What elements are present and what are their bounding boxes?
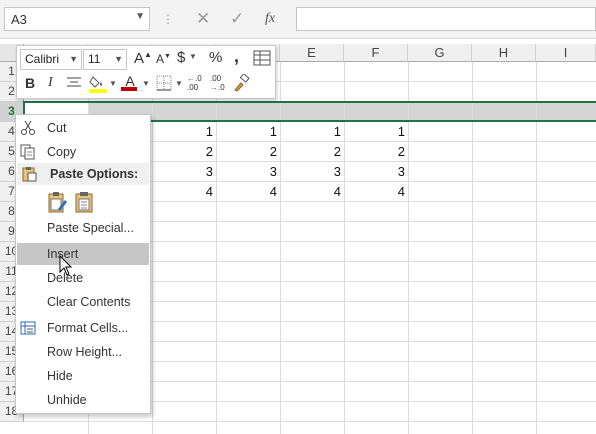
cell-d6[interactable]: 3 [216,162,277,182]
clipboard-icon [21,166,37,189]
menu-item-unhide[interactable]: Unhide [16,389,150,411]
font-name-select[interactable]: Calibri ▼ [20,49,82,70]
cell-c4[interactable]: 1 [152,122,213,142]
font-color-icon[interactable]: A [121,73,139,91]
cell-f6[interactable]: 3 [344,162,405,182]
drag-handle-icon[interactable]: ⋮ [162,12,174,26]
menu-item-label: Format Cells... [47,321,129,335]
cell-e6[interactable]: 3 [280,162,341,182]
menu-item-label: Row Height... [47,345,123,359]
column-header-h[interactable]: H [472,44,536,62]
mini-toolbar: Calibri ▼ 11 ▼ A▲ A▼ $ ▼ % , B I ▼ A ▼ ▼… [16,45,276,99]
scissors-icon [20,120,36,136]
cell-d5[interactable]: 2 [216,142,277,162]
chevron-down-icon: ▼ [114,54,123,64]
menu-item-delete[interactable]: Delete [16,267,150,289]
font-size-select[interactable]: 11 ▼ [83,49,127,70]
menu-item-label: Cut [47,121,67,135]
cell-d4[interactable]: 1 [216,122,277,142]
cell-f7[interactable]: 4 [344,182,405,202]
fill-color-icon[interactable] [88,73,108,98]
insert-function-button[interactable]: fx [265,11,275,27]
cell-f5[interactable]: 2 [344,142,405,162]
column-header-f[interactable]: F [344,44,408,62]
align-center-icon[interactable] [66,75,82,94]
menu-item-copy[interactable]: Copy [16,141,150,163]
font-name-value: Calibri [25,52,60,66]
chevron-down-icon[interactable]: ▼ [189,52,197,61]
formula-input[interactable] [296,7,596,31]
increase-font-size-button[interactable]: A▲ [134,50,152,67]
menu-item-clear-contents[interactable]: Clear Contents [16,291,150,313]
cell-e5[interactable]: 2 [280,142,341,162]
gridline [24,421,596,422]
cell-f4[interactable]: 1 [344,122,405,142]
comma-style-button[interactable]: , [234,46,239,67]
bold-button[interactable]: B [25,75,35,91]
cell-c7[interactable]: 4 [152,182,213,202]
format-cells-icon [20,320,36,336]
paste-values-icon[interactable] [74,191,96,218]
enter-icon[interactable]: ✓ [230,9,244,29]
paste-options-header: Paste Options: [17,163,149,185]
column-header-i[interactable]: I [536,44,596,62]
formula-bar: A3 ▼ ⋮ ✕ ✓ fx [0,0,596,39]
column-header-g[interactable]: G [408,44,472,62]
menu-item-row-height[interactable]: Row Height... [16,341,150,363]
menu-item-format-cells[interactable]: Format Cells... [16,317,150,339]
copy-icon [20,144,36,160]
font-size-value: 11 [88,52,101,66]
format-table-icon[interactable] [253,49,271,67]
cell-c6[interactable]: 3 [152,162,213,182]
column-header-e[interactable]: E [280,44,344,62]
menu-item-label: Clear Contents [47,295,131,309]
decrease-decimal-button[interactable]: .00 →.0 [210,74,225,92]
cell-c5[interactable]: 2 [152,142,213,162]
name-box-dropdown-icon[interactable]: ▼ [135,11,145,22]
cell-d7[interactable]: 4 [216,182,277,202]
menu-item-label: Copy [47,145,77,159]
name-box-value: A3 [11,12,27,27]
italic-button[interactable]: I [48,75,53,91]
menu-item-cut[interactable]: Cut [16,117,150,139]
menu-item-label: Hide [47,369,73,383]
menu-item-label: Unhide [47,393,87,407]
paste-with-formatting-icon[interactable] [47,191,69,218]
percent-style-button[interactable]: % [209,49,222,66]
name-box[interactable]: A3 ▼ [4,7,150,31]
mouse-pointer-icon [59,254,73,280]
currency-format-button[interactable]: $ [177,49,185,66]
menu-item-paste-special[interactable]: Paste Special... [16,217,150,239]
chevron-down-icon: ▼ [69,54,78,64]
menu-item-insert[interactable]: Insert [17,243,149,265]
borders-icon[interactable] [156,75,172,94]
menu-item-label: Paste Special... [47,221,134,235]
chevron-down-icon[interactable]: ▼ [142,79,150,88]
format-painter-icon[interactable] [232,73,250,95]
cell-e4[interactable]: 1 [280,122,341,142]
cancel-icon[interactable]: ✕ [196,9,210,29]
cell-e7[interactable]: 4 [280,182,341,202]
context-menu: Cut Copy Paste Options: Paste Special...… [15,114,151,414]
menu-item-hide[interactable]: Hide [16,365,150,387]
decrease-font-size-button[interactable]: A▼ [156,52,171,66]
chevron-down-icon[interactable]: ▼ [175,79,183,88]
increase-decimal-button[interactable]: ←.0.00 [187,74,202,92]
chevron-down-icon[interactable]: ▼ [109,79,117,88]
